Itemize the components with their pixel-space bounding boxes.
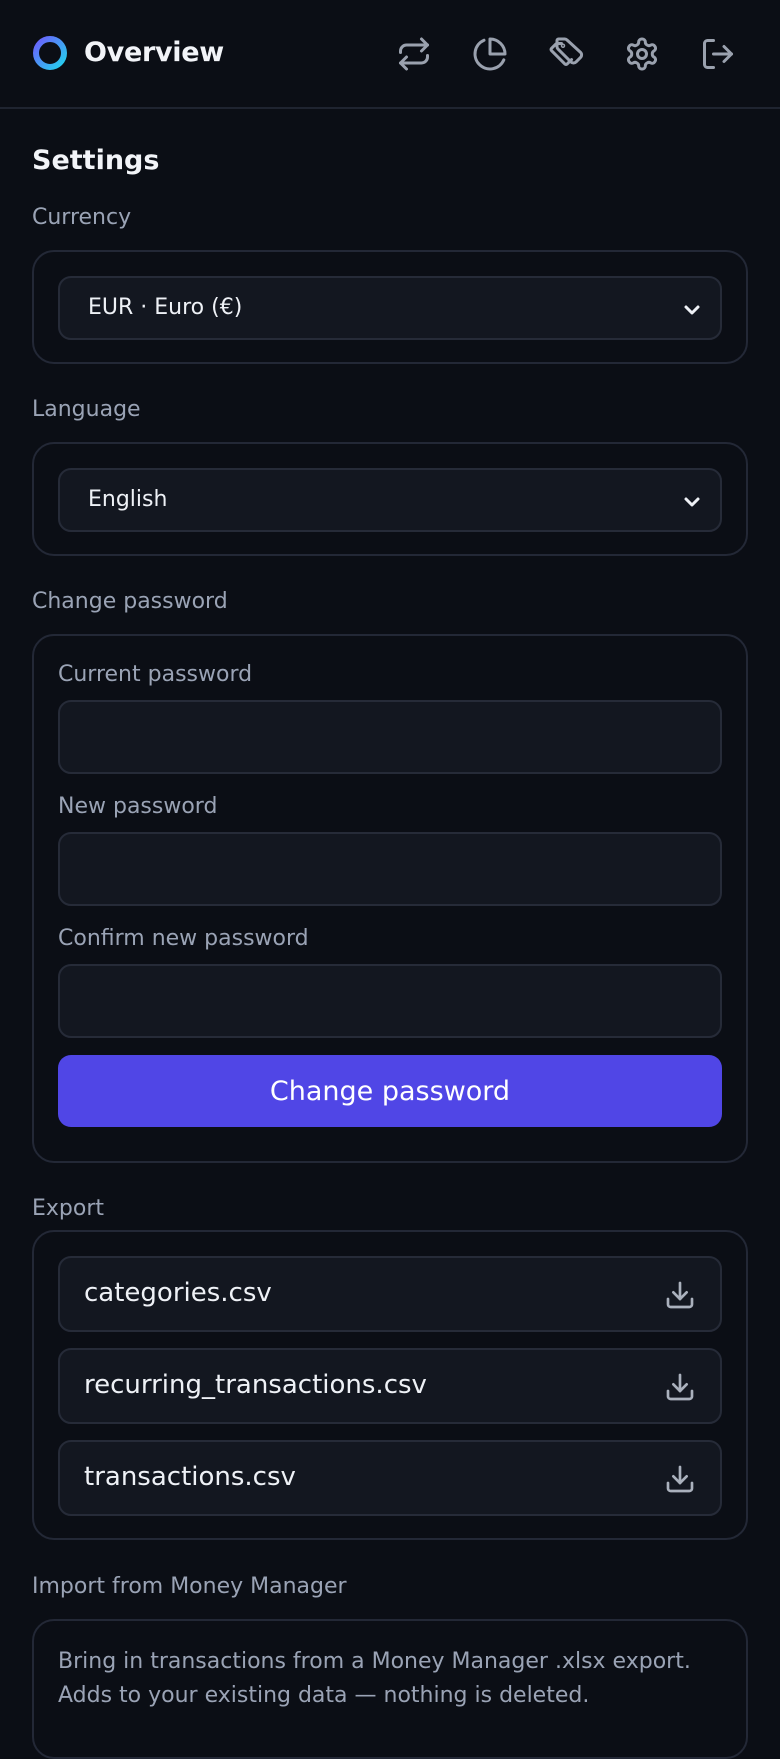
page-header-title: Overview: [84, 37, 224, 68]
download-icon[interactable]: [664, 1463, 696, 1495]
download-icon[interactable]: [664, 1279, 696, 1311]
new-password-input[interactable]: [58, 832, 722, 906]
top-header: Overview: [0, 0, 780, 109]
change-password-label: Change password: [32, 589, 228, 614]
download-icon[interactable]: [664, 1371, 696, 1403]
chevron-down-icon: [680, 298, 704, 322]
language-label: Language: [32, 397, 141, 422]
import-description: Bring in transactions from a Money Manag…: [58, 1649, 691, 1708]
currency-label: Currency: [32, 205, 132, 230]
change-password-button[interactable]: Change password: [58, 1055, 722, 1127]
export-file-item[interactable]: recurring_transactions.csv: [58, 1348, 722, 1424]
pie-chart-icon[interactable]: [466, 30, 514, 78]
language-select-value: English: [88, 487, 168, 512]
current-password-input[interactable]: [58, 700, 722, 774]
change-password-card: Current password New password Confirm ne…: [32, 634, 748, 1163]
current-password-label: Current password: [58, 662, 253, 687]
export-file-item[interactable]: transactions.csv: [58, 1440, 722, 1516]
export-card: categories.csv recurring_transactions.cs…: [32, 1230, 748, 1540]
import-card: Bring in transactions from a Money Manag…: [32, 1619, 748, 1759]
export-label: Export: [32, 1196, 105, 1221]
language-card: English: [32, 442, 748, 556]
transactions-icon[interactable]: [390, 30, 438, 78]
confirm-password-input[interactable]: [58, 964, 722, 1038]
logout-icon[interactable]: [694, 30, 742, 78]
new-password-label: New password: [58, 794, 218, 819]
currency-select-value: EUR · Euro (€): [88, 295, 243, 320]
currency-card: EUR · Euro (€): [32, 250, 748, 364]
import-label: Import from Money Manager: [32, 1574, 347, 1599]
confirm-password-label: Confirm new password: [58, 926, 309, 951]
export-file-item[interactable]: categories.csv: [58, 1256, 722, 1332]
currency-select[interactable]: EUR · Euro (€): [58, 276, 722, 340]
gear-icon[interactable]: [618, 30, 666, 78]
export-file-name: categories.csv: [84, 1278, 272, 1308]
export-file-name: recurring_transactions.csv: [84, 1370, 427, 1400]
page-title: Settings: [32, 145, 160, 176]
export-file-name: transactions.csv: [84, 1462, 296, 1492]
app-logo-icon[interactable]: [32, 35, 68, 71]
tag-icon[interactable]: [542, 30, 590, 78]
language-select[interactable]: English: [58, 468, 722, 532]
chevron-down-icon: [680, 490, 704, 514]
